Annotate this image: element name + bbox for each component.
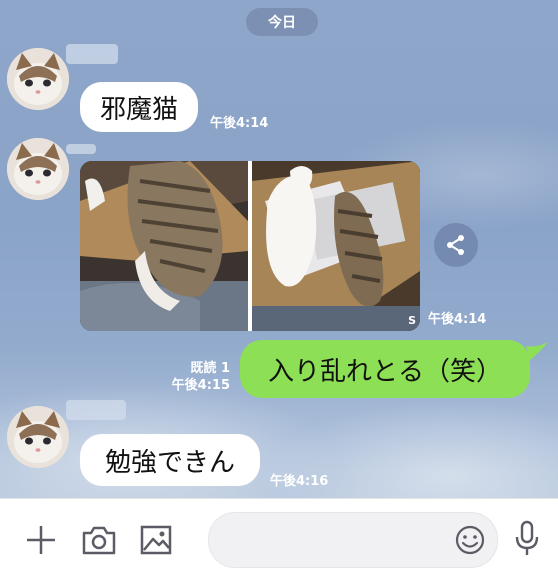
photo-message[interactable]: S xyxy=(80,161,420,331)
microphone-icon xyxy=(515,520,539,555)
message-time: 午後4:15 xyxy=(171,378,230,393)
camera-button[interactable] xyxy=(80,523,118,557)
read-receipt: 既読 1 午後4:15 xyxy=(160,360,230,394)
voice-button[interactable] xyxy=(512,519,542,559)
date-separator: 今日 xyxy=(246,8,318,36)
cat-avatar-icon xyxy=(7,138,69,200)
message-time: 午後4:14 xyxy=(210,116,269,131)
read-status: 既読 1 xyxy=(190,361,230,376)
message-text: 勉強できん xyxy=(104,447,235,478)
avatar[interactable] xyxy=(7,406,69,468)
message-text: 入り乱れとる（笑） xyxy=(267,356,502,387)
message-input[interactable] xyxy=(227,513,451,569)
sender-name-hidden xyxy=(66,44,118,64)
message-input-bar xyxy=(0,498,558,579)
plus-button[interactable] xyxy=(24,523,58,557)
share-icon xyxy=(447,235,464,255)
cat-avatar-icon xyxy=(7,48,69,110)
message-text: 邪魔猫 xyxy=(99,94,178,125)
image-icon xyxy=(140,525,172,555)
emoji-icon xyxy=(455,525,485,555)
camera-icon xyxy=(82,526,116,555)
chat-area[interactable]: 今日 邪魔猫 午後4:14 S 午後4:14 既読 1 午後4:15 入り乱れと… xyxy=(0,0,558,498)
message-time: 午後4:14 xyxy=(428,312,487,327)
message-bubble[interactable]: 勉強できん xyxy=(80,434,260,486)
share-button[interactable] xyxy=(434,223,478,267)
cat-avatar-icon xyxy=(7,406,69,468)
avatar[interactable] xyxy=(7,48,69,110)
gallery-button[interactable] xyxy=(138,523,174,557)
message-bubble[interactable]: 邪魔猫 xyxy=(80,82,198,132)
sent-message-bubble[interactable]: 入り乱れとる（笑） xyxy=(240,340,530,398)
sender-name-hidden xyxy=(66,400,126,420)
sender-name-hidden xyxy=(66,144,96,154)
avatar[interactable] xyxy=(7,138,69,200)
message-time: 午後4:16 xyxy=(270,474,329,489)
bubble-tail xyxy=(526,342,548,360)
plus-icon xyxy=(27,526,55,554)
photo-watermark: S xyxy=(408,314,416,327)
cats-photo-collage xyxy=(80,161,420,331)
emoji-button[interactable] xyxy=(453,523,487,557)
message-input-container[interactable] xyxy=(208,512,498,569)
